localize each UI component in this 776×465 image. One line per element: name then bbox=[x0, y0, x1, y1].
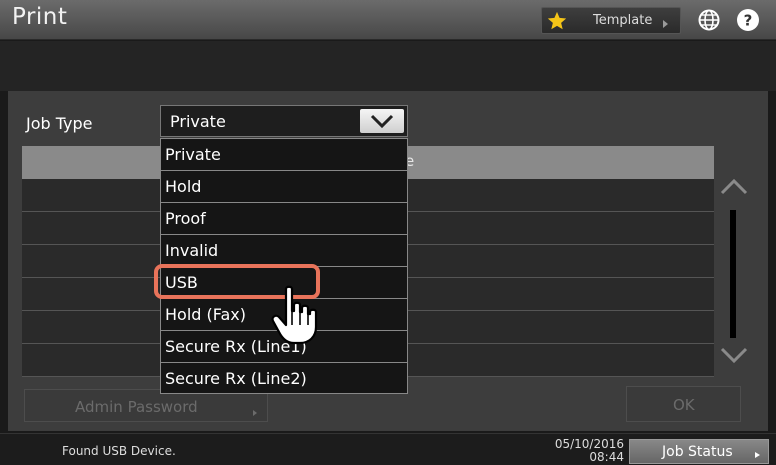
svg-text:?: ? bbox=[744, 12, 753, 30]
job-status-button[interactable]: Job Status bbox=[629, 439, 769, 464]
arrow-right-icon bbox=[253, 410, 257, 416]
arrow-right-icon bbox=[663, 20, 668, 28]
scroll-down-icon[interactable] bbox=[718, 343, 750, 367]
ok-button[interactable]: OK bbox=[626, 386, 741, 422]
status-date: 05/10/2016 bbox=[554, 437, 624, 451]
job-status-label: Job Status bbox=[662, 444, 733, 460]
job-type-value: Private bbox=[170, 112, 226, 131]
job-type-select[interactable]: Private bbox=[160, 105, 408, 137]
scrollbar[interactable] bbox=[730, 210, 736, 338]
pointing-hand-icon bbox=[271, 285, 318, 345]
star-icon bbox=[547, 11, 567, 30]
option-invalid[interactable]: Invalid bbox=[161, 235, 407, 267]
ok-label: OK bbox=[673, 396, 695, 414]
template-button[interactable]: Template bbox=[541, 7, 681, 34]
admin-password-label: Admin Password bbox=[75, 398, 198, 416]
scroll-up-icon[interactable] bbox=[718, 175, 750, 199]
job-type-label: Job Type bbox=[26, 114, 93, 133]
page-title: Print bbox=[12, 4, 68, 30]
chevron-down-icon[interactable] bbox=[360, 109, 404, 133]
option-proof[interactable]: Proof bbox=[161, 203, 407, 235]
message-strip bbox=[0, 41, 776, 91]
option-private[interactable]: Private bbox=[161, 139, 407, 171]
option-hold[interactable]: Hold bbox=[161, 171, 407, 203]
arrow-right-icon bbox=[755, 452, 760, 458]
globe-icon[interactable] bbox=[697, 8, 721, 32]
status-time: 08:44 bbox=[589, 450, 624, 464]
status-message: Found USB Device. bbox=[62, 444, 176, 458]
template-label: Template bbox=[593, 13, 653, 28]
option-secure-rx-line2[interactable]: Secure Rx (Line2) bbox=[161, 363, 407, 395]
title-bar: Print Template ? bbox=[0, 0, 776, 40]
help-icon[interactable]: ? bbox=[736, 8, 760, 32]
